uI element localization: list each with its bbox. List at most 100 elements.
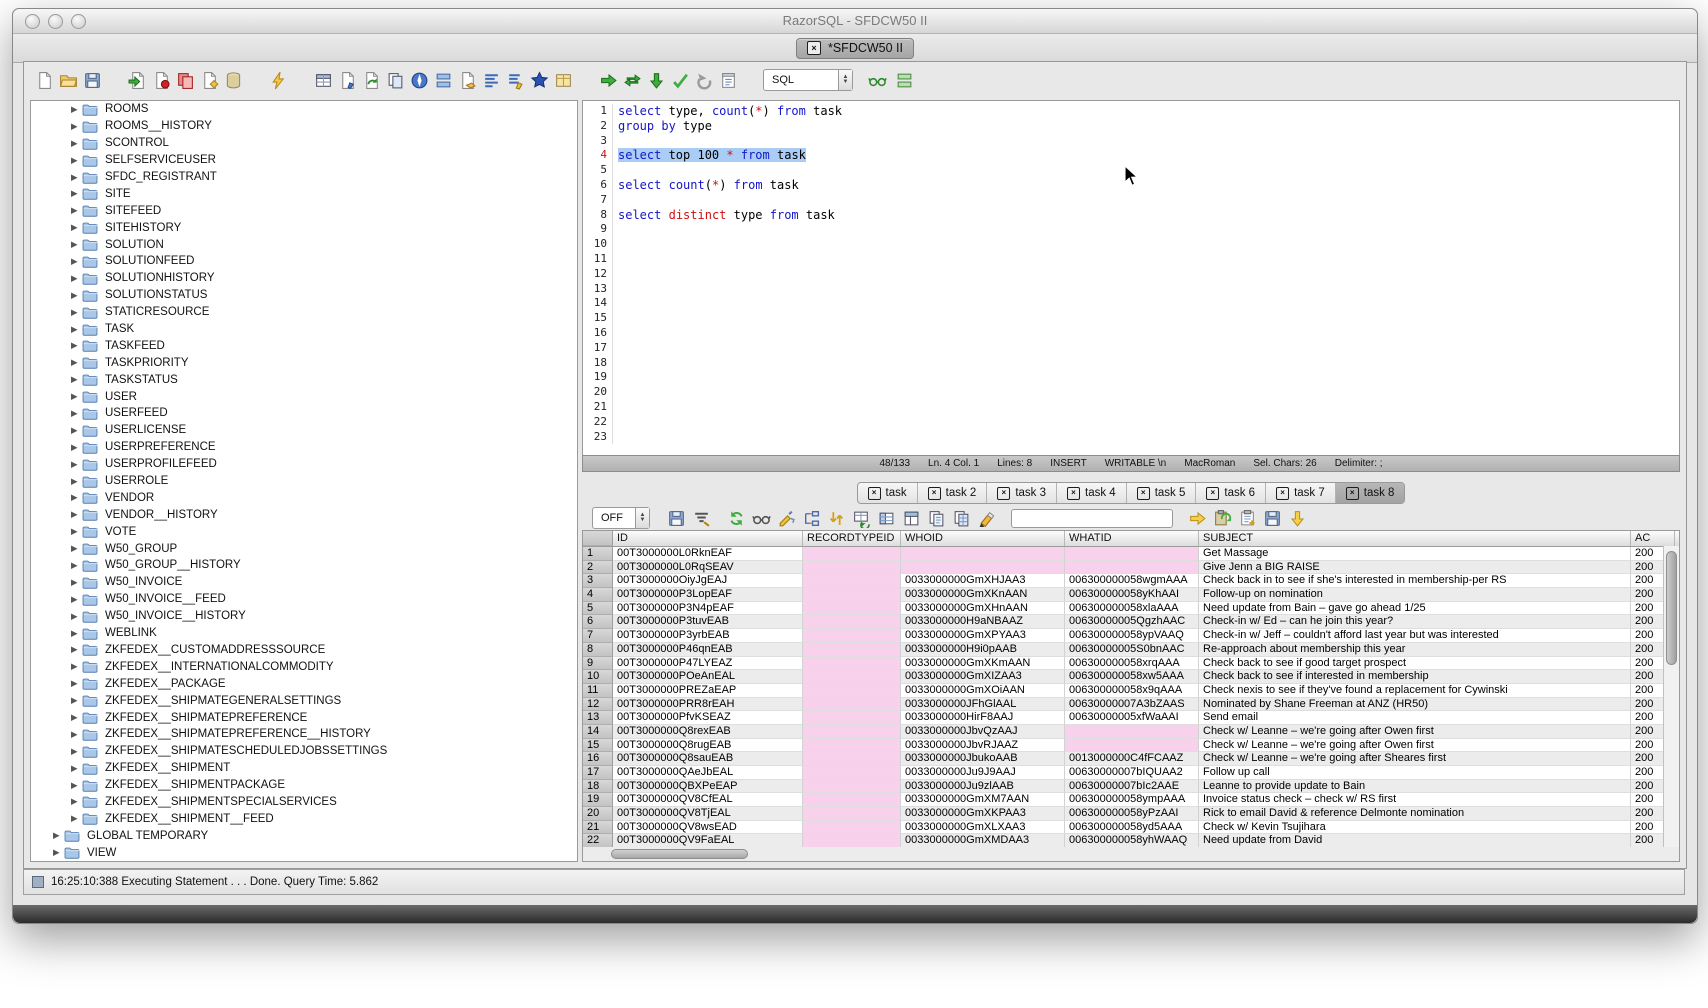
table-cell[interactable]: Check nexis to see if they've found a re… xyxy=(1199,684,1631,698)
code-line[interactable] xyxy=(613,415,618,430)
column-header-recordtypeid[interactable]: RECORDTYPEID xyxy=(803,531,901,546)
table-cell[interactable] xyxy=(1065,547,1199,561)
table-cell[interactable]: 006300000058yPzAAI xyxy=(1065,807,1199,821)
tree-item-weblink[interactable]: ▶WEBLINK xyxy=(31,625,577,642)
minimize-window-button[interactable] xyxy=(48,14,63,29)
schema-tree[interactable]: ▶ROOMS▶ROOMS__HISTORY▶SCONTROL▶SELFSERVI… xyxy=(30,100,578,862)
editor-line[interactable]: 22 xyxy=(583,415,1679,430)
result-tab-task-5[interactable]: ×task 5 xyxy=(1127,483,1197,503)
tree-item-scontrol[interactable]: ▶SCONTROL xyxy=(31,135,577,152)
result-tab-task[interactable]: ×task xyxy=(858,483,918,503)
result-tab-task-6[interactable]: ×task 6 xyxy=(1196,483,1266,503)
tree-item-w50-group[interactable]: ▶W50_GROUP xyxy=(31,540,577,557)
tree-item-sitefeed[interactable]: ▶SITEFEED xyxy=(31,202,577,219)
code-line[interactable] xyxy=(613,267,618,282)
disclosure-triangle-icon[interactable]: ▶ xyxy=(71,121,82,132)
file-copy-icon[interactable] xyxy=(385,70,406,91)
tree-item-site[interactable]: ▶SITE xyxy=(31,185,577,202)
code-line[interactable] xyxy=(613,370,618,385)
table-cell[interactable]: 0033000000GmXKnAAN xyxy=(901,588,1065,602)
table-cell[interactable] xyxy=(803,780,901,794)
code-line[interactable]: group by type xyxy=(613,119,712,134)
table-cell[interactable] xyxy=(803,657,901,671)
column-header-id[interactable]: ID xyxy=(613,531,803,546)
row-number[interactable]: 19 xyxy=(583,793,613,807)
code-line[interactable] xyxy=(613,237,618,252)
table-cell[interactable] xyxy=(1065,561,1199,575)
editor-line[interactable]: 18 xyxy=(583,356,1679,371)
import-file-icon[interactable] xyxy=(127,70,148,91)
editor-line[interactable]: 11 xyxy=(583,252,1679,267)
table-cell[interactable]: 00T3000000P3N4pEAF xyxy=(613,602,803,616)
table-cell[interactable]: Leanne to provide update to Bain xyxy=(1199,780,1631,794)
table-cell[interactable] xyxy=(803,561,901,575)
tree-item-zkfedex-shipment-feed[interactable]: ▶ZKFEDEX__SHIPMENT__FEED xyxy=(31,810,577,827)
file-gold-marker-icon[interactable] xyxy=(199,70,220,91)
stepper-icon[interactable]: ▲▼ xyxy=(635,508,649,528)
close-tab-icon[interactable]: × xyxy=(868,487,881,500)
table-cell[interactable]: 006300000058xrqAAA xyxy=(1065,657,1199,671)
table-cell[interactable]: Check back to see if good target prospec… xyxy=(1199,657,1631,671)
table-cell[interactable] xyxy=(803,574,901,588)
table-cell[interactable]: 00T3000000PRR8rEAH xyxy=(613,698,803,712)
editor-line[interactable]: 15 xyxy=(583,311,1679,326)
table-cell[interactable]: 00T3000000QV9FaEAL xyxy=(613,834,803,848)
disclosure-triangle-icon[interactable]: ▶ xyxy=(71,172,82,183)
tree-item-w50-invoice[interactable]: ▶W50_INVOICE xyxy=(31,574,577,591)
disclosure-triangle-icon[interactable]: ▶ xyxy=(71,543,82,554)
database-icon[interactable] xyxy=(223,70,244,91)
tree-item-zkfedex-shipmatepreference-history[interactable]: ▶ZKFEDEX__SHIPMATEPREFERENCE__HISTORY xyxy=(31,726,577,743)
table-cell[interactable]: 00T3000000P3tuvEAB xyxy=(613,615,803,629)
table-cell[interactable]: 00T3000000POeAnEAL xyxy=(613,670,803,684)
table-cell[interactable] xyxy=(803,547,901,561)
tree-item-userrole[interactable]: ▶USERROLE xyxy=(31,473,577,490)
sort-arrows-icon[interactable] xyxy=(826,508,847,529)
tree-item-vote[interactable]: ▶VOTE xyxy=(31,523,577,540)
glasses-green-icon[interactable] xyxy=(867,70,888,91)
column-header-subject[interactable]: SUBJECT xyxy=(1199,531,1631,546)
table-cell[interactable]: 0033000000GmXKPAA3 xyxy=(901,807,1065,821)
row-number[interactable]: 13 xyxy=(583,711,613,725)
rows-blue-icon[interactable] xyxy=(433,70,454,91)
close-tab-icon[interactable]: × xyxy=(1346,487,1359,500)
table-cell[interactable]: 00T3000000Q8sauEAB xyxy=(613,752,803,766)
disclosure-triangle-icon[interactable]: ▶ xyxy=(71,442,82,453)
code-line[interactable] xyxy=(613,341,618,356)
disclosure-triangle-icon[interactable]: ▶ xyxy=(71,746,82,757)
compass-icon[interactable] xyxy=(409,70,430,91)
notepad-icon[interactable] xyxy=(718,70,739,91)
table-cell[interactable]: 006300000058xw5AAA xyxy=(1065,670,1199,684)
column-header-whatid[interactable]: WHATID xyxy=(1065,531,1199,546)
autocommit-select[interactable]: OFF ▲▼ xyxy=(592,507,650,529)
disclosure-triangle-icon[interactable]: ▶ xyxy=(71,307,82,318)
table-cell[interactable]: 0033000000JbvQzAAJ xyxy=(901,725,1065,739)
disclosure-triangle-icon[interactable]: ▶ xyxy=(71,256,82,267)
tree-item-zkfedex-customaddresssource[interactable]: ▶ZKFEDEX__CUSTOMADDRESSSOURCE xyxy=(31,642,577,659)
result-tab-task-4[interactable]: ×task 4 xyxy=(1057,483,1127,503)
disclosure-triangle-icon[interactable]: ▶ xyxy=(53,847,64,858)
row-number[interactable]: 7 xyxy=(583,629,613,643)
row-number[interactable]: 6 xyxy=(583,615,613,629)
tree-item-zkfedex-shipmatescheduledjobssettings[interactable]: ▶ZKFEDEX__SHIPMATESCHEDULEDJOBSSETTINGS xyxy=(31,743,577,760)
table-cell[interactable] xyxy=(803,615,901,629)
disclosure-triangle-icon[interactable]: ▶ xyxy=(71,729,82,740)
disclosure-triangle-icon[interactable]: ▶ xyxy=(71,476,82,487)
rows-green-icon[interactable] xyxy=(894,70,915,91)
row-number[interactable]: 11 xyxy=(583,684,613,698)
row-number[interactable]: 4 xyxy=(583,588,613,602)
table-cell[interactable]: 00T3000000PfvKSEAZ xyxy=(613,711,803,725)
pencil-arrow-icon[interactable] xyxy=(776,508,797,529)
disclosure-triangle-icon[interactable]: ▶ xyxy=(71,357,82,368)
table-cell[interactable]: 006300000058yKhAAI xyxy=(1065,588,1199,602)
row-number[interactable]: 12 xyxy=(583,698,613,712)
table-cell[interactable]: 0033000000GmXKmAAN xyxy=(901,657,1065,671)
row-number[interactable]: 5 xyxy=(583,602,613,616)
disclosure-triangle-icon[interactable]: ▶ xyxy=(71,526,82,537)
code-line[interactable] xyxy=(613,430,618,445)
editor-line[interactable]: 7 xyxy=(583,193,1679,208)
table-cell[interactable]: 0033000000H9i0pAAB xyxy=(901,643,1065,657)
disclosure-triangle-icon[interactable]: ▶ xyxy=(71,222,82,233)
refresh-green-icon[interactable] xyxy=(726,508,747,529)
disclosure-triangle-icon[interactable]: ▶ xyxy=(53,830,64,841)
tree-item-global-temporary[interactable]: ▶GLOBAL TEMPORARY xyxy=(31,827,577,844)
